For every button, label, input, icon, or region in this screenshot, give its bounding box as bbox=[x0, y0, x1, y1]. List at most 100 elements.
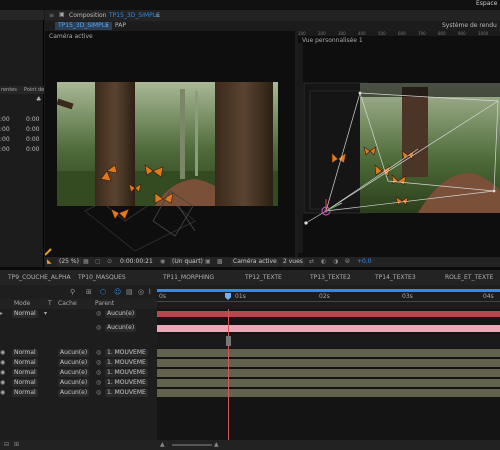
layer-row[interactable]: ◎ Aucun(e) bbox=[0, 323, 500, 333]
visibility-icon[interactable]: ◉ bbox=[0, 369, 5, 376]
toggle-icon[interactable]: ⇄ bbox=[309, 258, 314, 265]
exposure-icon[interactable]: ⦾ bbox=[345, 258, 350, 266]
track-matte-dropdown[interactable]: Aucun(e) bbox=[58, 359, 90, 367]
toggle-switches-icon[interactable]: ⊟ bbox=[4, 441, 9, 448]
row-time: :00 bbox=[0, 146, 10, 153]
timeline-tab[interactable]: ROLE_ET_TEXTE bbox=[445, 274, 493, 281]
keyframe-marker[interactable] bbox=[226, 336, 231, 346]
visibility-icon[interactable]: ◉ bbox=[0, 359, 5, 366]
time-ruler[interactable]: 0s 01s 02s 03s 04s bbox=[157, 289, 500, 309]
layer-track-bar[interactable] bbox=[157, 389, 500, 397]
zoom-out-icon[interactable]: ▲ bbox=[160, 441, 165, 448]
resolution-dropdown[interactable]: (Un quart) bbox=[170, 258, 205, 266]
region-of-interest-icon[interactable]: ▣ bbox=[205, 258, 211, 265]
render-system-label[interactable]: Système de rendu bbox=[442, 22, 497, 29]
safe-zone-icon[interactable]: ▢ bbox=[95, 258, 101, 265]
zoom-slider[interactable] bbox=[172, 444, 212, 446]
comp-flowchart-icon[interactable]: ⊞ bbox=[86, 288, 92, 296]
region-icon[interactable]: ◣ bbox=[47, 258, 52, 265]
blend-mode-dropdown[interactable]: Normal bbox=[12, 359, 38, 367]
zoom-in-icon[interactable]: ▲ bbox=[214, 441, 219, 448]
transparency-grid-icon[interactable]: ▩ bbox=[217, 258, 223, 265]
timeline-tab[interactable]: TP11_MORPHING bbox=[163, 274, 214, 281]
pickwhip-icon[interactable]: ◎ bbox=[96, 310, 101, 317]
parent-dropdown[interactable]: Aucun(e) bbox=[105, 324, 137, 332]
pickwhip-icon[interactable]: ◎ bbox=[96, 389, 101, 396]
playhead-line[interactable] bbox=[228, 309, 229, 440]
layer-track-bar[interactable] bbox=[157, 379, 500, 387]
views-layout-dropdown[interactable]: 2 vues bbox=[281, 258, 305, 266]
search-icon[interactable]: ⚲ bbox=[70, 288, 75, 296]
visibility-icon[interactable]: ◉ bbox=[0, 389, 5, 396]
layer-row[interactable]: ▸ Normal ▾ ◎ Aucun(e) bbox=[0, 309, 500, 319]
toggle-modes-icon[interactable]: ⊞ bbox=[14, 441, 19, 448]
zoom-dropdown[interactable]: (25 %) bbox=[57, 258, 81, 266]
camera-icon[interactable]: ◉ bbox=[160, 258, 165, 265]
grid-icon[interactable]: ▦ bbox=[83, 258, 89, 265]
layer-row[interactable]: ◉ Normal Aucun(e) ◎ 1. MOUVEME bbox=[0, 368, 500, 378]
layer-track-bar[interactable] bbox=[157, 349, 500, 357]
parent-dropdown[interactable]: 1. MOUVEME bbox=[105, 369, 148, 377]
track-matte-dropdown[interactable]: Aucun(e) bbox=[58, 379, 90, 387]
layer-track-bar[interactable] bbox=[157, 369, 500, 377]
timeline-tab[interactable]: TP13_TEXTE2 bbox=[310, 274, 351, 281]
layer-track-bar[interactable] bbox=[157, 359, 500, 367]
parent-dropdown[interactable]: 1. MOUVEME bbox=[105, 389, 148, 397]
graph-editor-icon[interactable]: ⌇ bbox=[148, 288, 151, 296]
pickwhip-icon[interactable]: ◎ bbox=[96, 359, 101, 366]
right-viewer[interactable]: Vue personnalisée 1 100 200 300 400 500 … bbox=[298, 31, 500, 257]
fast-preview-icon[interactable]: ◐ bbox=[321, 258, 326, 265]
workspace-label[interactable]: Espace bbox=[476, 0, 497, 7]
track-spacer bbox=[157, 334, 500, 348]
chevron-down-icon[interactable]: ▾ bbox=[44, 310, 47, 317]
panel-dropdown-icon[interactable]: ≡ bbox=[155, 12, 160, 19]
parent-dropdown[interactable]: 1. MOUVEME bbox=[105, 379, 148, 387]
blend-mode-dropdown[interactable]: Normal bbox=[12, 369, 38, 377]
blend-mode-dropdown[interactable]: Normal bbox=[12, 379, 38, 387]
timeline-tab[interactable]: TP9_COUCHE_ALPHA bbox=[8, 274, 71, 281]
visibility-icon[interactable]: ◉ bbox=[0, 349, 5, 356]
parent-dropdown[interactable]: 1. MOUVEME bbox=[105, 349, 148, 357]
left-viewer[interactable]: Caméra active bbox=[45, 31, 295, 257]
layer-row[interactable]: ◉ Normal Aucun(e) ◎ 1. MOUVEME bbox=[0, 358, 500, 368]
frame-blending-icon[interactable]: ▤ bbox=[126, 288, 133, 296]
pickwhip-icon[interactable]: ◎ bbox=[96, 379, 101, 386]
layer-row[interactable]: ◉ Normal Aucun(e) ◎ 1. MOUVEME bbox=[0, 378, 500, 388]
timeline-tab[interactable]: TP10_MASQUES bbox=[78, 274, 126, 281]
blend-mode-dropdown[interactable]: Normal bbox=[12, 349, 38, 357]
snapshot-icon[interactable]: ⊙ bbox=[107, 258, 112, 265]
breadcrumb-next[interactable]: PAP bbox=[115, 22, 126, 29]
pickwhip-icon[interactable]: ◎ bbox=[96, 369, 101, 376]
blend-mode-dropdown[interactable]: Normal bbox=[12, 389, 38, 397]
right-viewer-canvas bbox=[303, 82, 500, 225]
layer-track-bar[interactable] bbox=[157, 311, 500, 317]
timeline-tab[interactable]: TP14_TEXTE3 bbox=[375, 274, 416, 281]
breadcrumb-active[interactable]: TP15_3D_SIMPLE bbox=[55, 22, 112, 30]
timeline-tab[interactable]: TP12_TEXTE bbox=[245, 274, 282, 281]
track-matte-dropdown[interactable]: Aucun(e) bbox=[58, 389, 90, 397]
pickwhip-icon[interactable]: ◎ bbox=[96, 324, 101, 331]
layer-row[interactable]: ◉ Normal Aucun(e) ◎ 1. MOUVEME bbox=[0, 388, 500, 398]
camera-view-dropdown[interactable]: Caméra active bbox=[231, 258, 279, 266]
playhead-handle[interactable] bbox=[225, 293, 231, 300]
parent-dropdown[interactable]: Aucun(e) bbox=[105, 310, 137, 318]
channel-icon[interactable]: ◑ bbox=[333, 258, 338, 265]
project-columns-header: rentes Point de bbox=[0, 86, 44, 94]
lock-icon[interactable]: ▣ bbox=[59, 11, 65, 18]
panel-menu-icon[interactable]: ≡ bbox=[49, 12, 54, 19]
layer-row[interactable]: ◉ Normal Aucun(e) ◎ 1. MOUVEME bbox=[0, 348, 500, 358]
pickwhip-icon[interactable]: ◎ bbox=[96, 349, 101, 356]
track-matte-dropdown[interactable]: Aucun(e) bbox=[58, 369, 90, 377]
viewer-timecode[interactable]: 0:00:00:21 bbox=[120, 258, 153, 265]
exposure-value[interactable]: +0,0 bbox=[357, 258, 372, 265]
visibility-icon[interactable]: ◉ bbox=[0, 379, 5, 386]
motion-blur-icon[interactable]: ◎ bbox=[138, 288, 144, 296]
draft3d-icon[interactable]: ⬡ bbox=[100, 288, 106, 296]
shy-layers-icon[interactable]: ☺ bbox=[114, 288, 121, 296]
layer-track-bar[interactable] bbox=[157, 325, 500, 332]
blend-mode-dropdown[interactable]: Normal bbox=[12, 310, 38, 318]
parent-dropdown[interactable]: 1. MOUVEME bbox=[105, 359, 148, 367]
composition-title[interactable]: TP15_3D_SIMPLE bbox=[109, 12, 160, 19]
track-matte-dropdown[interactable]: Aucun(e) bbox=[58, 349, 90, 357]
work-area-bar[interactable] bbox=[157, 289, 500, 292]
